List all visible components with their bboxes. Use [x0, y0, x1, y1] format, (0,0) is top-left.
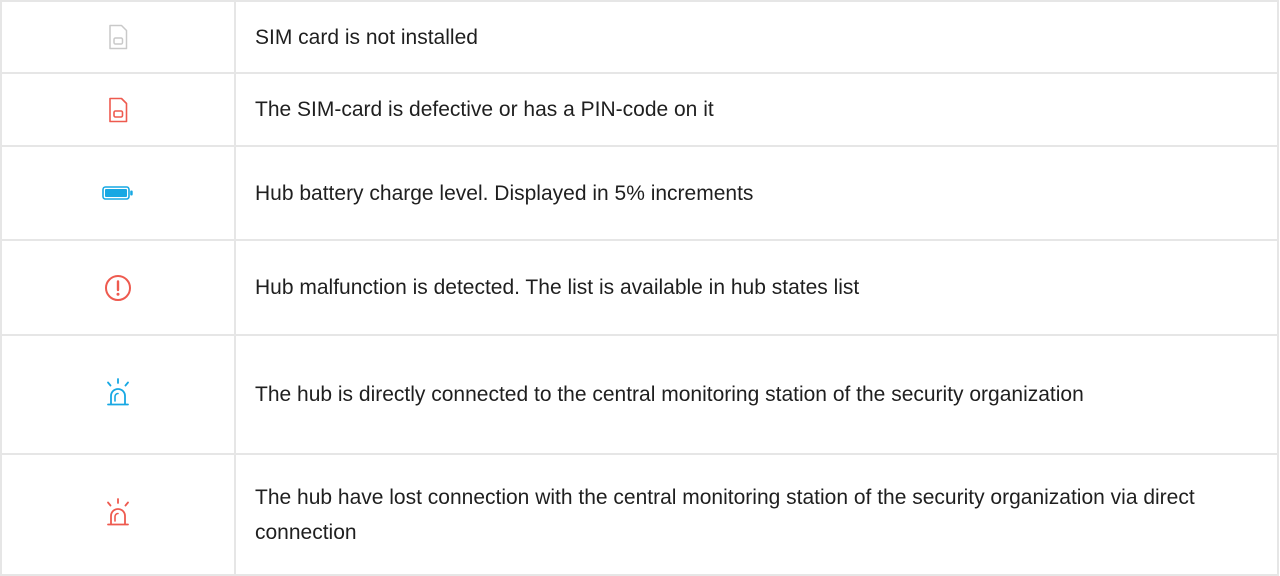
- description-cell: Hub battery charge level. Displayed in 5…: [234, 145, 1279, 241]
- icon-cell: [0, 145, 236, 241]
- table-row: The hub have lost connection with the ce…: [0, 453, 1279, 576]
- description-cell: SIM card is not installed: [234, 0, 1279, 74]
- table-row: The SIM-card is defective or has a PIN-c…: [0, 72, 1279, 147]
- description-cell: The SIM-card is defective or has a PIN-c…: [234, 72, 1279, 147]
- table-row: Hub malfunction is detected. The list is…: [0, 239, 1279, 336]
- icon-cell: [0, 453, 236, 576]
- icon-cell: [0, 239, 236, 336]
- table-row: The hub is directly connected to the cen…: [0, 334, 1279, 455]
- monitoring-station-lost-icon: [103, 497, 133, 532]
- icon-cell: [0, 0, 236, 74]
- status-icons-table: SIM card is not installed The SIM-card i…: [0, 0, 1279, 576]
- description-cell: The hub have lost connection with the ce…: [234, 453, 1279, 576]
- table-row: Hub battery charge level. Displayed in 5…: [0, 145, 1279, 241]
- monitoring-station-connected-icon: [103, 377, 133, 412]
- icon-cell: [0, 334, 236, 455]
- table-row: SIM card is not installed: [0, 0, 1279, 74]
- description-cell: The hub is directly connected to the cen…: [234, 334, 1279, 455]
- description-cell: Hub malfunction is detected. The list is…: [234, 239, 1279, 336]
- sim-card-defective-icon: [108, 97, 128, 123]
- icon-cell: [0, 72, 236, 147]
- malfunction-icon: [104, 274, 132, 302]
- sim-card-not-installed-icon: [108, 24, 128, 50]
- battery-icon: [102, 185, 134, 201]
